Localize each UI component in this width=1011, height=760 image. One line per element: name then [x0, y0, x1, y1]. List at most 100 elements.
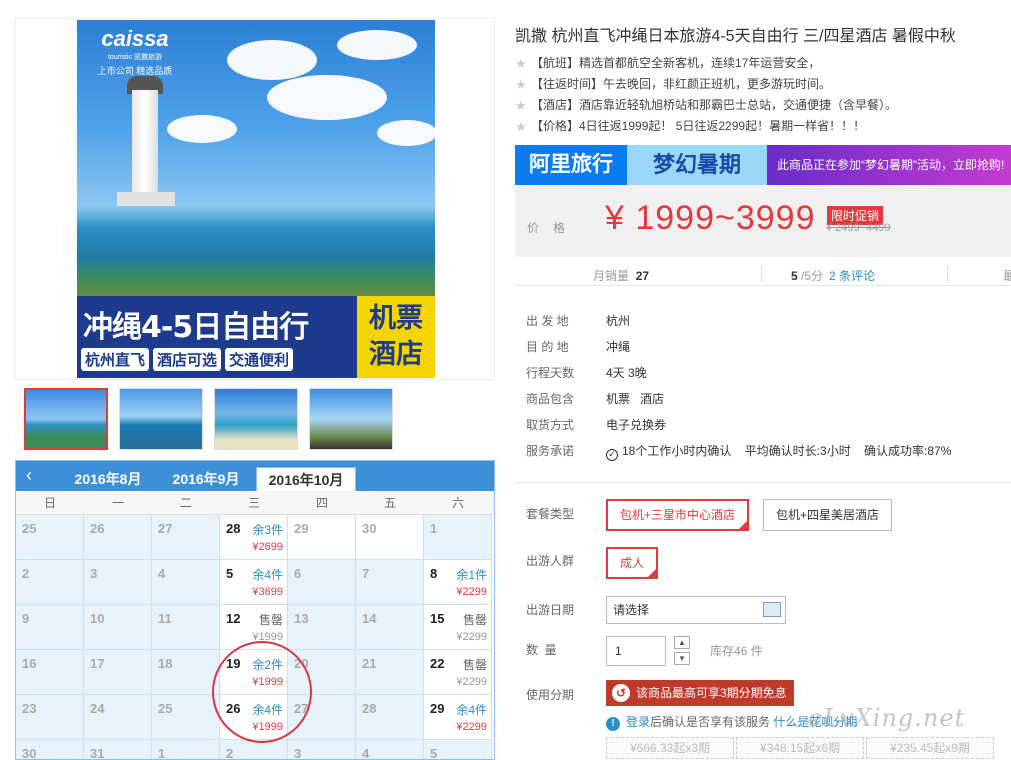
- info-row-days: 行程天数 4天 3晚: [526, 366, 647, 380]
- quantity-down-button[interactable]: ▼: [674, 652, 690, 665]
- day-number: 5: [430, 746, 438, 760]
- info-row-destination: 目 的 地冲绳: [526, 340, 631, 354]
- day-number: 16: [22, 656, 37, 671]
- calendar-day[interactable]: 22 售罄 ¥2299: [424, 650, 492, 695]
- star-icon: ★: [515, 56, 527, 71]
- day-number: 3: [294, 746, 302, 760]
- rating-score: 5 /5分 2 条评论: [791, 269, 876, 283]
- day-number: 21: [362, 656, 377, 671]
- price-box: 价格 ¥ 1999~3999 限时促销 ¥ 2499~4499: [515, 185, 1011, 257]
- day-number: 23: [22, 701, 37, 716]
- day-number: 1: [158, 746, 166, 760]
- product-poster: caissa touristic 凯撒旅游 上市公司 精选品质 冲绳4-5日自由…: [77, 20, 435, 378]
- installment-label: 使用分期: [526, 688, 575, 702]
- installment-option-3[interactable]: ¥666.33起x3期: [606, 737, 734, 759]
- installment-option-9[interactable]: ¥235.45起x9期: [866, 737, 994, 759]
- star-icon: ★: [515, 119, 527, 134]
- quantity-up-button[interactable]: ▲: [674, 636, 690, 649]
- calendar-day[interactable]: 15 售罄 ¥2299: [424, 605, 492, 650]
- price-label: 价格: [527, 221, 580, 235]
- day-price: ¥3699: [252, 586, 283, 598]
- day-number: 30: [22, 746, 37, 760]
- stock-info: 库存46 件: [710, 644, 763, 658]
- reviews-link[interactable]: 2 条评论: [829, 269, 875, 283]
- product-info: 出 发 地杭州 目 的 地冲绳 行程天数 4天 3晚 商品包含 机票 酒店 取货方式…: [526, 308, 951, 464]
- package-option-2[interactable]: 包机+四星美居酒店: [763, 499, 893, 531]
- calendar-day: 25: [152, 695, 220, 740]
- day-stock: 售罄: [462, 613, 487, 627]
- day-number: 12: [226, 611, 241, 626]
- day-price: ¥2299: [456, 631, 487, 643]
- people-label: 出游人群: [526, 554, 575, 568]
- date-select-input[interactable]: 请选择: [606, 596, 786, 624]
- day-number: 5: [226, 566, 234, 581]
- day-price: ¥2299: [456, 676, 487, 688]
- calendar-day: 29: [288, 515, 356, 560]
- calendar-weekdays: 日 一 二 三 四 五 六: [16, 491, 494, 515]
- day-number: 18: [158, 656, 173, 671]
- day-price: ¥2299: [456, 586, 487, 598]
- tab-month-sep[interactable]: 2016年9月: [156, 467, 256, 491]
- quantity-label: 数 量: [526, 643, 557, 657]
- feature-item: ★ 【酒店】酒店靠近轻轨旭桥站和那霸巴士总站，交通便捷（含早餐）。: [515, 95, 897, 116]
- banner-campaign: 梦幻暑期: [627, 145, 767, 185]
- calendar-day: 1: [152, 740, 220, 760]
- day-price: ¥2699: [252, 541, 283, 553]
- calendar-day[interactable]: 8 余1件 ¥2299: [424, 560, 492, 605]
- poster-chips: 杭州直飞 酒店可选 交通便利: [81, 348, 294, 371]
- chevron-left-icon[interactable]: ‹: [26, 465, 32, 486]
- calendar-day: 3: [288, 740, 356, 760]
- calendar-day: 2: [16, 560, 84, 605]
- calendar-day: 27: [152, 515, 220, 560]
- sales-stats: 月销量 27 5 /5分 2 条评论 最: [515, 262, 1011, 286]
- people-option-adult[interactable]: 成人: [606, 547, 659, 579]
- day-number: 17: [90, 656, 105, 671]
- tab-month-aug[interactable]: 2016年8月: [58, 467, 158, 491]
- calendar-day: 17: [84, 650, 152, 695]
- installment-option-6[interactable]: ¥348.15起x6期: [736, 737, 864, 759]
- thumbnail-4[interactable]: [309, 388, 393, 450]
- poster-title: 冲绳4-5日自由行: [83, 310, 309, 345]
- day-number: 25: [158, 701, 173, 716]
- thumbnail-3[interactable]: [214, 388, 298, 450]
- day-number: 28: [226, 521, 241, 536]
- date-label: 出游日期: [526, 603, 575, 617]
- calendar-icon[interactable]: [763, 602, 781, 617]
- day-number: 30: [362, 521, 377, 536]
- calendar-day[interactable]: 28 余3件 ¥2699: [220, 515, 288, 560]
- calendar-day: 25: [16, 515, 84, 560]
- feature-item: ★ 【航班】精选首都航空全新客机，连续17年运营安全，: [515, 53, 897, 74]
- thumbnail-1[interactable]: [24, 388, 108, 450]
- day-number: 2: [226, 746, 234, 760]
- promo-banner[interactable]: 阿里旅行 梦幻暑期 此商品正在参加“梦幻暑期”活动，立即抢购!: [515, 145, 1011, 185]
- day-number: 25: [22, 521, 37, 536]
- day-stock: 余1件: [456, 568, 487, 582]
- calendar-day[interactable]: 5 余4件 ¥3699: [220, 560, 288, 605]
- calendar-day: 2: [220, 740, 288, 760]
- calendar-day: 3: [84, 560, 152, 605]
- day-number: 4: [158, 566, 166, 581]
- quantity-input[interactable]: 1: [606, 636, 666, 666]
- calendar-day: 13: [288, 605, 356, 650]
- feature-item: ★ 【往返时间】午去晚回，非红颜正班机，更多游玩时间。: [515, 74, 897, 95]
- day-stock: 售罄: [462, 658, 487, 672]
- banner-brand: 阿里旅行: [515, 145, 627, 185]
- day-number: 28: [362, 701, 377, 716]
- lighthouse-image: [132, 90, 158, 202]
- tab-month-oct[interactable]: 2016年10月: [256, 467, 356, 491]
- monthly-sales: 月销量 27: [593, 269, 650, 283]
- check-circle-icon: ✓: [606, 449, 618, 461]
- poster-side-label: 机票 酒店: [357, 296, 435, 378]
- main-product-image[interactable]: caissa touristic 凯撒旅游 上市公司 精选品质 冲绳4-5日自由…: [15, 18, 495, 380]
- login-link[interactable]: 登录: [626, 715, 650, 729]
- day-number: 13: [294, 611, 309, 626]
- calendar-day: 14: [356, 605, 424, 650]
- calendar-day: 10: [84, 605, 152, 650]
- package-option-1[interactable]: 包机+三星市中心酒店: [606, 499, 750, 531]
- calendar-day[interactable]: 29 余4件 ¥2299: [424, 695, 492, 740]
- calendar-day: 11: [152, 605, 220, 650]
- star-icon: ★: [515, 77, 527, 92]
- thumbnail-2[interactable]: [119, 388, 203, 450]
- feature-item: ★ 【价格】4日往返1999起！ 5日往返2299起！暑期一样省！！！: [515, 116, 897, 137]
- info-row-includes: 商品包含 机票 酒店: [526, 392, 665, 406]
